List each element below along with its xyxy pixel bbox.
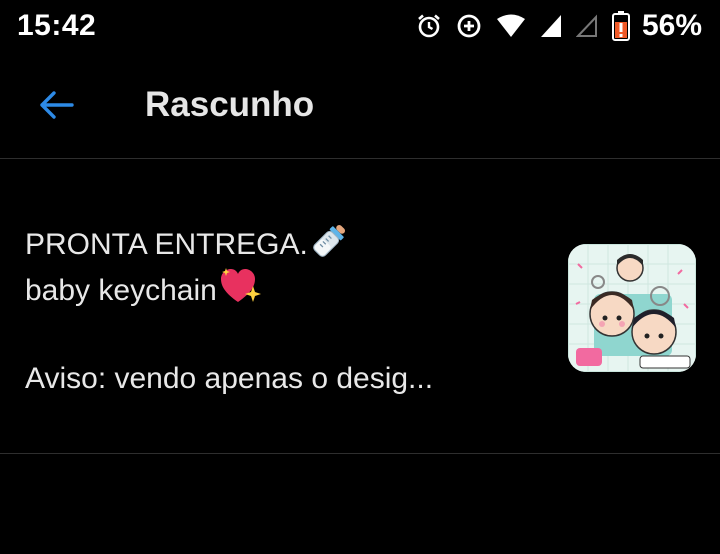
status-icons: 56% — [416, 9, 702, 43]
sparkling-heart-icon — [219, 266, 261, 320]
draft-line-3: Aviso: vendo apenas o desig... — [25, 362, 434, 395]
arrow-left-icon — [40, 91, 74, 119]
draft-line-2-text: baby keychain — [25, 274, 217, 307]
draft-thumbnail[interactable] — [568, 244, 696, 372]
signal-icon — [540, 15, 561, 37]
status-bar: 15:42 56% — [0, 0, 720, 52]
signal-empty-icon — [575, 14, 597, 37]
page-title: Rascunho — [145, 85, 315, 124]
wifi-icon — [496, 14, 525, 37]
back-button[interactable] — [28, 77, 84, 133]
draft-line-1: PRONTA ENTREGA. — [25, 220, 545, 266]
clock: 15:42 — [17, 9, 97, 42]
alarm-icon — [418, 14, 440, 38]
battery-icon — [611, 11, 630, 41]
draft-line-2: baby keychain — [25, 266, 545, 312]
battery-percent: 56% — [641, 9, 702, 42]
data-saver-icon — [457, 14, 481, 38]
draft-preview: PRONTA ENTREGA. baby keychain Aviso: ven… — [25, 220, 545, 402]
baby-bottle-icon — [310, 220, 350, 274]
draft-line-1-text: PRONTA ENTREGA. — [25, 228, 308, 261]
app-bar: Rascunho — [0, 52, 720, 159]
draft-item[interactable]: PRONTA ENTREGA. baby keychain Aviso: ven… — [0, 160, 720, 454]
sticker-keychain-image — [568, 244, 696, 372]
